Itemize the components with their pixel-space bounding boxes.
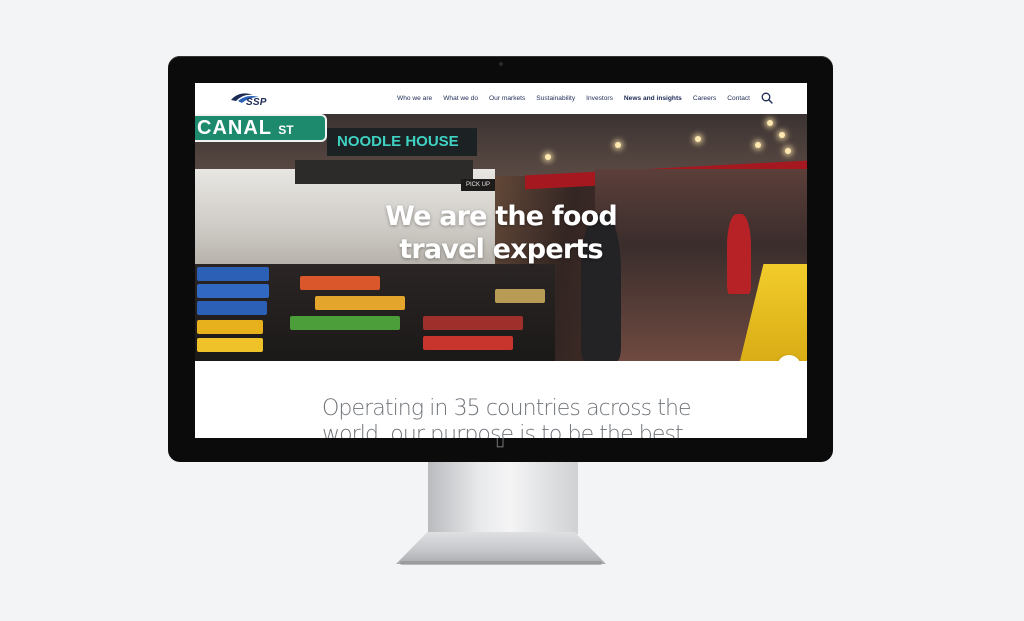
- canal-sign-text: CANAL: [197, 117, 272, 139]
- hero-image: CANAL ST NOODLE HOUSE PICK UP We are the: [195, 114, 807, 361]
- monitor-stand-neck: [428, 462, 578, 534]
- nav-who-we-are[interactable]: Who we are: [397, 95, 432, 102]
- nav-our-markets[interactable]: Our markets: [489, 95, 525, 102]
- ssp-logo[interactable]: SSP: [229, 87, 273, 111]
- monitor-stand-shadow: [400, 561, 602, 565]
- monitor-stand-base: [396, 532, 606, 564]
- pickup-sign: PICK UP: [461, 179, 495, 191]
- nav-contact[interactable]: Contact: [727, 95, 750, 102]
- hero-shopper-figure: [727, 214, 751, 294]
- search-icon[interactable]: [761, 92, 773, 104]
- noodle-house-sign: NOODLE HOUSE: [327, 128, 477, 156]
- website-screen: SSP Who we are What we do Our markets Su…: [195, 83, 807, 438]
- canal-sign-suffix: ST: [278, 123, 294, 137]
- hero-menu-board: [295, 160, 473, 184]
- intro-statement: Operating in 35 countries across the wor…: [322, 396, 692, 438]
- nav-sustainability[interactable]: Sustainability: [536, 95, 575, 102]
- hero-heading: We are the food travel experts: [385, 201, 618, 265]
- canal-street-sign: CANAL ST: [195, 114, 327, 142]
- nav-careers[interactable]: Careers: [693, 95, 716, 102]
- main-navigation: Who we are What we do Our markets Sustai…: [397, 91, 773, 105]
- camera-dot: [499, 62, 503, 66]
- nav-news-and-insights[interactable]: News and insights: [624, 95, 682, 102]
- nav-investors[interactable]: Investors: [586, 95, 613, 102]
- logo-text: SSP: [246, 97, 267, 108]
- nav-what-we-do[interactable]: What we do: [443, 95, 478, 102]
- site-header: SSP Who we are What we do Our markets Su…: [195, 83, 807, 114]
- mockup-background:  SSP Who we are What we do Our markets …: [0, 0, 1024, 621]
